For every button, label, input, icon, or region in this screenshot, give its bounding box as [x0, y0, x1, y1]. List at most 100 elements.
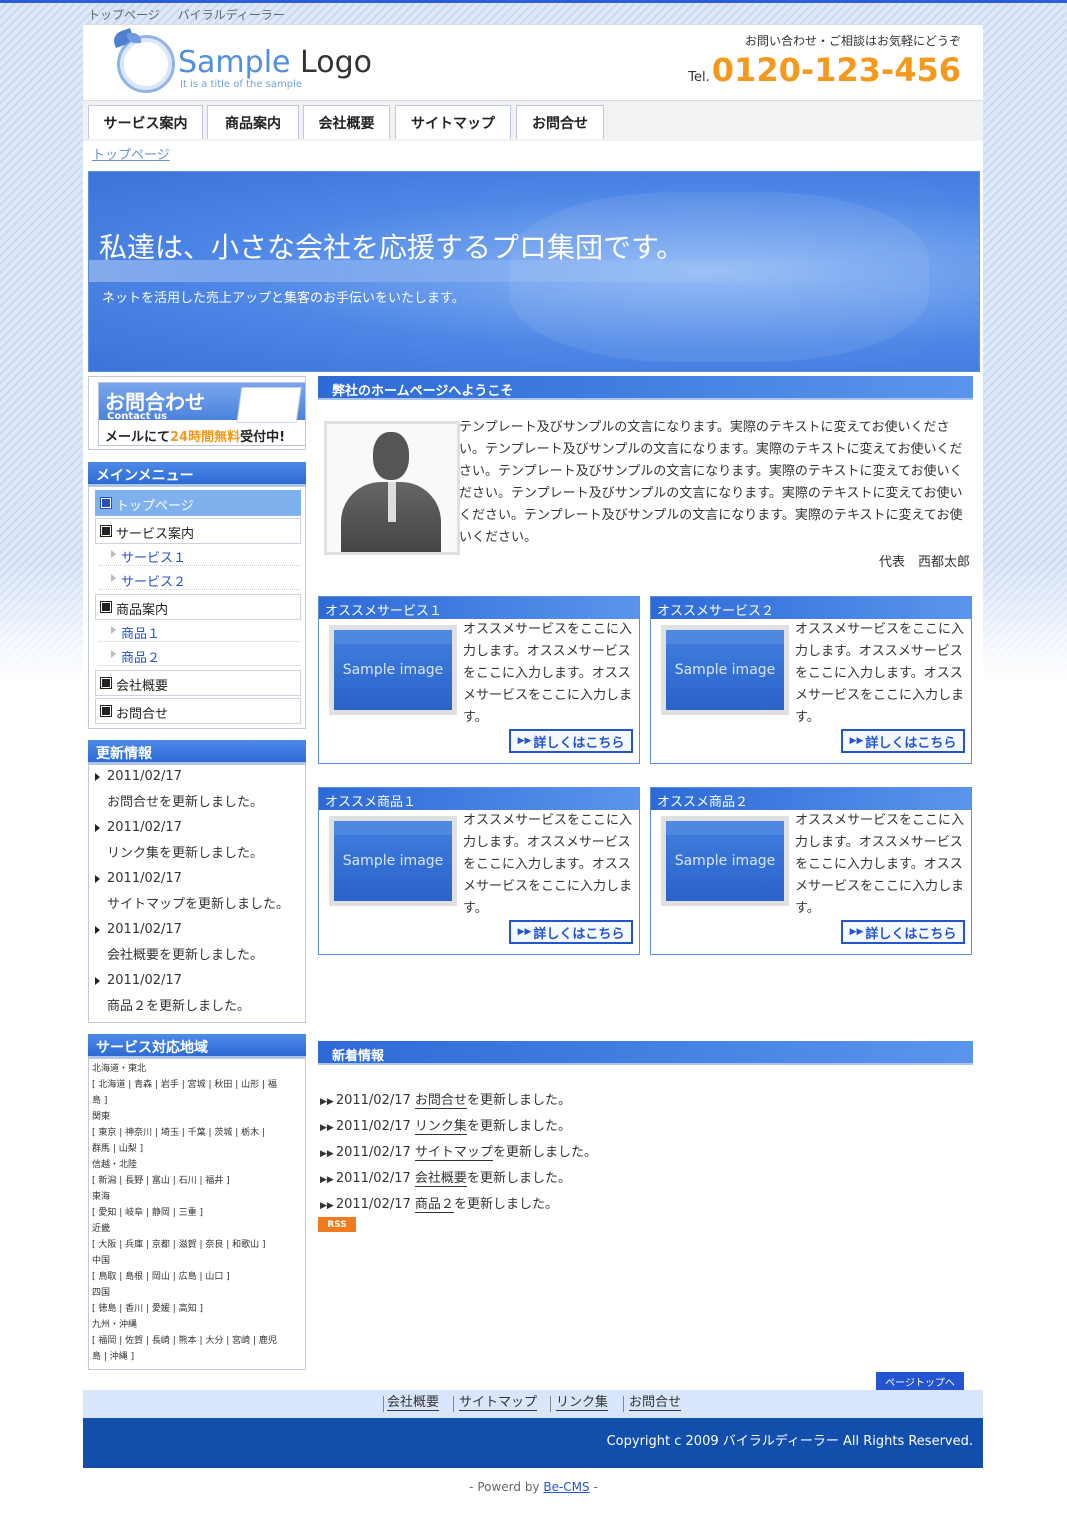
- news-rest: を更新しました。: [492, 1145, 597, 1160]
- nav-contact[interactable]: お問合せ: [516, 105, 604, 139]
- details-button[interactable]: ▶▶ 詳しくはこちら: [841, 729, 965, 753]
- menu-item-services[interactable]: サービス案内: [95, 518, 301, 544]
- news-date: 2011/02/17: [335, 1197, 411, 1212]
- region-line: 九州・沖縄: [92, 1320, 138, 1330]
- menu-label: 会社概要: [116, 679, 169, 694]
- header: Sample Logo It is a title of the sample …: [83, 24, 983, 101]
- news-heading: 新着情報: [318, 1041, 973, 1065]
- menu-subitem-service1[interactable]: サービス１: [99, 544, 301, 566]
- footer-link-sitemap[interactable]: サイトマップ: [459, 1396, 538, 1411]
- menu-label: お問合せ: [116, 707, 169, 722]
- region-line[interactable]: [ 徳島 | 香川 | 愛媛 | 高知 ]: [92, 1301, 304, 1317]
- breadcrumb[interactable]: トップページ: [92, 144, 170, 163]
- card-image: Sample image: [661, 625, 789, 715]
- double-arrow-icon: ▶▶: [849, 736, 864, 746]
- region-line: 近畿: [92, 1224, 111, 1234]
- update-date: 2011/02/17: [107, 973, 182, 988]
- news-link[interactable]: サイトマップ: [414, 1145, 493, 1161]
- contact-banner[interactable]: お問合わせ Contact us メールにて24時間無料受付中!: [98, 382, 306, 446]
- logo-part1: Sample: [178, 45, 291, 80]
- page-top-button[interactable]: ページトップへ: [876, 1372, 964, 1390]
- news-link[interactable]: 商品２: [414, 1197, 454, 1213]
- nav-services[interactable]: サービス案内: [88, 105, 203, 139]
- welcome-text: テンプレート及びサンプルの文言になります。実際のテキストに変えてお使いください。…: [459, 420, 963, 545]
- hero-banner: 私達は、小さな会社を応援するプロ集団です。 ネットを活用した売上アップと集客のお…: [88, 171, 980, 372]
- footer-link-company[interactable]: 会社概要: [387, 1396, 440, 1411]
- news-item: ▶▶ 2011/02/17 サイトマップを更新しました。: [320, 1141, 597, 1161]
- menu-subitem-product2[interactable]: 商品２: [99, 644, 301, 666]
- menu-subitem-product1[interactable]: 商品１: [99, 620, 301, 642]
- news-date: 2011/02/17: [335, 1171, 411, 1186]
- news-item: ▶▶ 2011/02/17 商品２を更新しました。: [320, 1193, 558, 1213]
- card-image-label: Sample image: [342, 662, 444, 678]
- double-arrow-icon: ▶▶: [849, 927, 864, 937]
- tel-prefix: Tel.: [688, 70, 710, 85]
- news-item: ▶▶ 2011/02/17 会社概要を更新しました。: [320, 1167, 571, 1187]
- triangle-icon: [111, 550, 116, 558]
- region-line[interactable]: 群馬 | 山梨 ]: [92, 1141, 304, 1157]
- region-line: 四国: [92, 1288, 111, 1298]
- menu-subitem-service2[interactable]: サービス２: [99, 568, 301, 590]
- menu-item-company[interactable]: 会社概要: [95, 670, 301, 696]
- avatar-head: [373, 432, 409, 480]
- region-line[interactable]: [ 北海道 | 青森 | 岩手 | 宮城 | 秋田 | 山形 | 福: [92, 1077, 304, 1093]
- details-button[interactable]: ▶▶ 詳しくはこちら: [509, 729, 633, 753]
- nav-sitemap[interactable]: サイトマップ: [395, 105, 511, 139]
- tel-value: 0120-123-456: [711, 51, 961, 89]
- footer-link-links[interactable]: リンク集: [556, 1396, 609, 1411]
- card-text: オススメサービスをここに入力します。オススメサービスをここに入力します。オススメ…: [795, 622, 965, 725]
- footer-link-contact[interactable]: お問合せ: [629, 1396, 682, 1411]
- triangle-icon: [111, 650, 116, 658]
- logo-text[interactable]: Sample Logo: [178, 45, 372, 80]
- main-menu-heading: メインメニュー: [88, 462, 306, 486]
- logo-part2: Logo: [300, 45, 372, 80]
- regions-heading: サービス対応地域: [88, 1034, 306, 1058]
- region-line[interactable]: 島 | 沖縄 ]: [92, 1349, 304, 1365]
- menu-item-products[interactable]: 商品案内: [95, 594, 301, 620]
- footer-separator: [623, 1396, 624, 1412]
- main-menu: トップページ サービス案内 サービス１ サービス２ 商品案内 商品１ 商品２ 会…: [88, 486, 306, 729]
- card-text: オススメサービスをここに入力します。オススメサービスをここに入力します。オススメ…: [463, 622, 633, 725]
- card-image-label: Sample image: [342, 853, 444, 869]
- region-line[interactable]: [ 愛知 | 岐阜 | 静岡 | 三重 ]: [92, 1205, 304, 1221]
- powered-link[interactable]: Be-CMS: [543, 1480, 589, 1494]
- rss-button[interactable]: RSS: [318, 1217, 356, 1232]
- region-line[interactable]: [ 大阪 | 兵庫 | 京都 | 滋賀 | 奈良 | 和歌山 ]: [92, 1237, 304, 1253]
- news-link[interactable]: 会社概要: [414, 1171, 467, 1187]
- details-button[interactable]: ▶▶ 詳しくはこちら: [509, 920, 633, 944]
- news-link[interactable]: リンク集: [414, 1119, 467, 1135]
- menu-label: 商品２: [121, 651, 161, 666]
- card-title: オススメサービス１: [319, 597, 639, 619]
- news-item: ▶▶ 2011/02/17 リンク集を更新しました。: [320, 1115, 571, 1135]
- update-date: 2011/02/17: [107, 871, 182, 886]
- nav-products[interactable]: 商品案内: [207, 105, 299, 139]
- footer-links: 会社概要 サイトマップ リンク集 お問合せ: [83, 1390, 983, 1418]
- top-line-site: バイラルディーラー: [177, 8, 285, 22]
- triangle-icon: [95, 824, 100, 832]
- card-image: Sample image: [329, 625, 457, 715]
- region-line[interactable]: [ 鳥取 | 島根 | 岡山 | 広島 | 山口 ]: [92, 1269, 304, 1285]
- region-line[interactable]: [ 新潟 | 長野 | 富山 | 石川 | 福井 ]: [92, 1173, 304, 1189]
- card-image-label: Sample image: [674, 853, 776, 869]
- update-date: 2011/02/17: [107, 820, 182, 835]
- menu-label: サービス２: [121, 575, 187, 590]
- region-line[interactable]: 島 ]: [92, 1093, 304, 1109]
- page-wrapper: Sample Logo It is a title of the sample …: [83, 24, 983, 1390]
- news-link[interactable]: お問合せ: [414, 1093, 467, 1109]
- region-line: 東海: [92, 1192, 111, 1202]
- card-text: オススメサービスをここに入力します。オススメサービスをここに入力します。オススメ…: [463, 813, 633, 916]
- region-line[interactable]: [ 東京 | 神奈川 | 埼玉 | 千葉 | 茨城 | 栃木 |: [92, 1125, 304, 1141]
- card-image-label: Sample image: [674, 662, 776, 678]
- page-top-label: ページトップへ: [885, 1377, 955, 1389]
- card-image: Sample image: [661, 816, 789, 906]
- details-button[interactable]: ▶▶ 詳しくはこちら: [841, 920, 965, 944]
- double-arrow-icon: ▶▶: [517, 736, 532, 746]
- update-text: サイトマップを更新しました。: [107, 897, 290, 912]
- menu-item-top[interactable]: トップページ: [95, 490, 301, 516]
- update-text: 会社概要を更新しました。: [107, 948, 264, 963]
- menu-item-contact[interactable]: お問合せ: [95, 698, 301, 724]
- region-line[interactable]: [ 福岡 | 佐賀 | 長崎 | 熊本 | 大分 | 宮崎 | 鹿児: [92, 1333, 304, 1349]
- card-title: オススメ商品２: [651, 788, 971, 810]
- contact-note: お問い合わせ・ご相談はお気軽にどうぞ: [744, 34, 961, 48]
- nav-company[interactable]: 会社概要: [303, 105, 390, 139]
